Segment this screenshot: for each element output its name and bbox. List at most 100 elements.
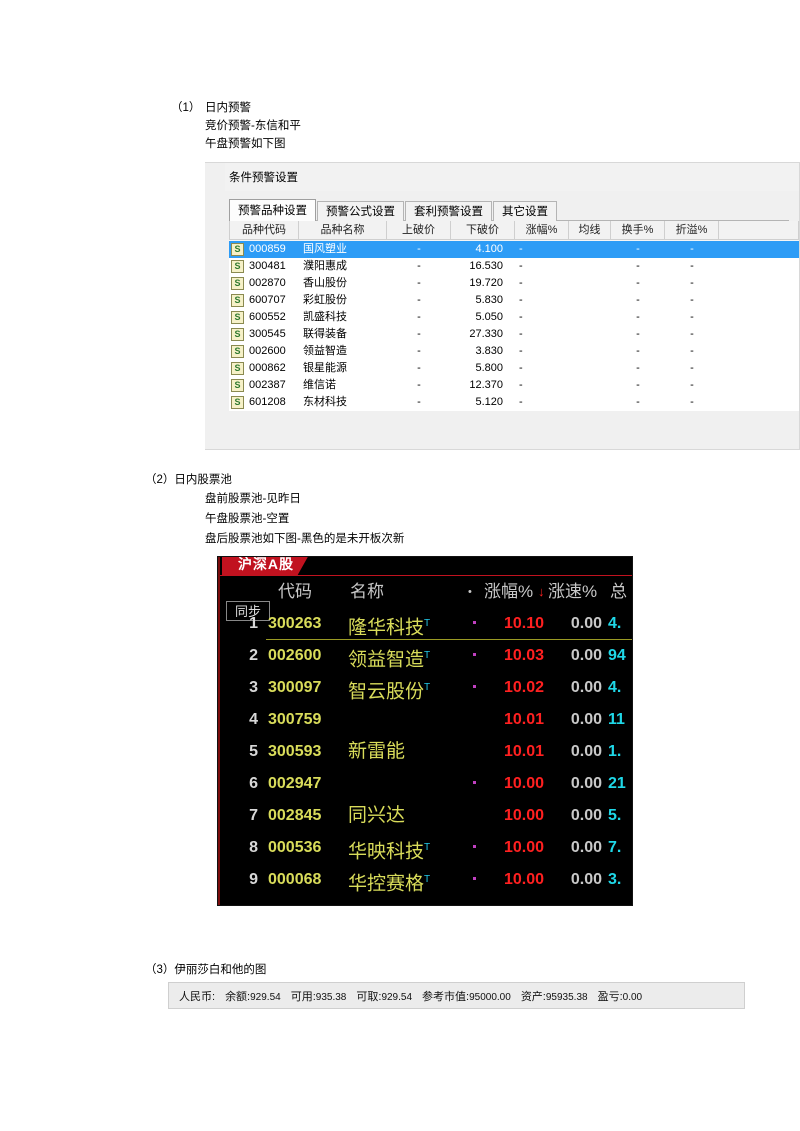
alert-variety-table[interactable]: 品种代码 品种名称 上破价 下破价 涨幅% 均线 换手% 折溢% S 000859… — [229, 221, 799, 411]
pool-row[interactable]: 5 300593 新雷能 10.01 0.00 1. — [220, 737, 632, 767]
security-type-icon: S — [231, 260, 244, 273]
pool-row[interactable]: 1 300263 隆华科技T 10.10 0.00 4. — [220, 609, 632, 639]
table-row[interactable]: S 000859 国风塑业 - 4.100 - - - — [229, 241, 799, 258]
security-type-icon: S — [231, 345, 244, 358]
cell-down-price: 5.800 — [475, 362, 503, 374]
pool-row[interactable]: 10 300479 神思电子T 9.98 0.00 1. — [220, 897, 632, 905]
column-header-name[interactable]: 品种名称 — [299, 221, 387, 240]
column-header-premium-pct[interactable]: 折溢% — [665, 221, 719, 240]
pool-cell-change: 10.03 — [503, 647, 544, 664]
table-body[interactable]: S 000859 国风塑业 - 4.100 - - - S 300481 濮阳惠成 - 16.530 - -… — [229, 241, 799, 411]
pool-cell-total: 21 — [608, 775, 626, 792]
column-header-blank[interactable] — [719, 221, 799, 240]
pool-row[interactable]: 8 000536 华映科技T 10.00 0.00 7. — [220, 833, 632, 863]
cell-change-pct: - — [519, 379, 523, 391]
t-mark-icon: T — [424, 842, 431, 853]
cell-down-price: 27.330 — [469, 328, 503, 340]
pool-cell-change: 10.01 — [503, 743, 544, 760]
t-mark-icon: T — [424, 618, 431, 629]
cell-down-price: 3.830 — [475, 345, 503, 357]
pool-column-header-name[interactable]: 名称 — [350, 577, 384, 607]
pool-cell-speed: 0.00 — [570, 711, 602, 728]
pool-cell-change: 10.00 — [503, 775, 544, 792]
cell-name: 彩虹股份 — [303, 294, 347, 306]
table-row[interactable]: S 300481 濮阳惠成 - 16.530 - - - — [229, 258, 799, 275]
pool-column-header-speed[interactable]: 涨速% — [548, 577, 597, 607]
pool-cell-total: 3. — [608, 871, 622, 888]
stock-pool-panel[interactable]: 沪深A股 同步 代码 名称 • 涨幅% ↓ 涨速% 总 1 300263 隆华科技T… — [217, 556, 633, 906]
pool-cell-code: 300479 — [268, 897, 340, 905]
cell-moving-average — [569, 241, 611, 258]
dialog-tab-bar[interactable]: 预警品种设置 预警公式设置 套利预警设置 其它设置 — [229, 199, 558, 221]
pool-cell-name: 同兴达 — [348, 805, 406, 826]
pool-cell-code: 300263 — [268, 615, 322, 632]
pool-cell-speed: 0.00 — [570, 839, 602, 856]
pool-cell-index: 9 — [249, 871, 258, 888]
fund-item-value: 0.00 — [622, 991, 643, 1003]
table-row[interactable]: S 002387 维信诺 - 12.370 - - - — [229, 377, 799, 394]
pool-cell-code: 300593 — [268, 743, 322, 760]
tab-arbitrage-alert-settings[interactable]: 套利预警设置 — [405, 201, 492, 221]
pool-column-header-code[interactable]: 代码 — [278, 577, 312, 607]
cell-code: S 000862 — [229, 360, 299, 377]
column-header-change-pct[interactable]: 涨幅% — [515, 221, 569, 240]
cell-change-pct: - — [519, 311, 523, 323]
column-header-code[interactable]: 品种代码 — [229, 221, 299, 240]
pool-row[interactable]: 6 002947 10.00 0.00 21 — [220, 769, 632, 799]
pool-cell-code: 000536 — [268, 839, 322, 856]
pool-cell-speed: 0.00 — [570, 807, 602, 824]
cell-down-price: 5.120 — [475, 396, 503, 408]
pool-column-header-change[interactable]: 涨幅% — [484, 577, 533, 607]
cell-premium-pct: - — [690, 294, 694, 306]
pool-row[interactable]: 4 300759 10.01 0.00 11 — [220, 705, 632, 735]
column-header-moving-average[interactable]: 均线 — [569, 221, 611, 240]
pool-column-header-total[interactable]: 总 — [610, 577, 627, 607]
pool-row[interactable]: 7 002845 同兴达 10.00 0.00 5. — [220, 801, 632, 831]
pool-cell-speed: 0.00 — [570, 647, 602, 664]
cell-change-pct: - — [519, 277, 523, 289]
pool-row[interactable]: 3 300097 智云股份T 10.02 0.00 4. — [220, 673, 632, 703]
pool-cell-total: 11 — [608, 711, 625, 728]
pool-cell-code: 300097 — [268, 679, 322, 696]
pool-cell-change: 10.00 — [503, 839, 544, 856]
dialog-title: 条件预警设置 — [229, 172, 298, 184]
fund-item: 余额:929.54 — [225, 988, 281, 1004]
alert-dot-icon — [473, 653, 476, 656]
table-row[interactable]: S 002600 领益智造 - 3.830 - - - — [229, 343, 799, 360]
pool-cell-change: 10.00 — [503, 871, 544, 888]
tab-alert-formula-settings[interactable]: 预警公式设置 — [317, 201, 404, 221]
cell-premium-pct: - — [690, 362, 694, 374]
tab-other-settings[interactable]: 其它设置 — [493, 201, 557, 221]
cell-moving-average — [569, 309, 611, 326]
pool-cell-index: 1 — [249, 615, 258, 632]
condition-alert-dialog[interactable]: 条件预警设置 预警品种设置 预警公式设置 套利预警设置 其它设置 品种代码 品种… — [205, 162, 800, 450]
cell-up-price: - — [417, 396, 421, 408]
security-type-icon: S — [231, 362, 244, 375]
table-row[interactable]: S 300545 联得装备 - 27.330 - - - — [229, 326, 799, 343]
market-tab-sh-sz-a-shares[interactable]: 沪深A股 — [222, 557, 310, 575]
table-row[interactable]: S 600707 彩虹股份 - 5.830 - - - — [229, 292, 799, 309]
cell-blank — [719, 292, 799, 309]
fund-item-label: 资产: — [520, 990, 546, 1003]
pool-cell-speed: 0.00 — [550, 897, 602, 905]
column-header-up-price[interactable]: 上破价 — [387, 221, 451, 240]
table-row[interactable]: S 002870 香山股份 - 19.720 - - - — [229, 275, 799, 292]
column-header-down-price[interactable]: 下破价 — [451, 221, 515, 240]
pool-cell-code: 002600 — [268, 647, 322, 664]
pool-row[interactable]: 9 000068 华控赛格T 10.00 0.00 3. — [220, 865, 632, 895]
tab-alert-variety-settings[interactable]: 预警品种设置 — [229, 199, 316, 221]
pool-row[interactable]: 2 002600 领益智造T 10.03 0.00 94 — [220, 641, 632, 671]
alert-dot-icon — [473, 845, 476, 848]
cell-name: 联得装备 — [303, 328, 347, 340]
table-row[interactable]: S 000862 银星能源 - 5.800 - - - — [229, 360, 799, 377]
fund-item: 盈亏:0.00 — [598, 988, 643, 1004]
fund-item-value: 95000.00 — [469, 991, 511, 1003]
pool-cell-index: 10 — [230, 897, 258, 905]
cell-change-pct: - — [519, 362, 523, 374]
column-header-turnover-pct[interactable]: 换手% — [611, 221, 665, 240]
table-row[interactable]: S 600552 凯盛科技 - 5.050 - - - — [229, 309, 799, 326]
pool-cell-name: 领益智造T — [348, 649, 431, 671]
pool-cell-name: 神思电子T — [348, 897, 430, 905]
alert-dot-icon — [473, 621, 476, 624]
table-row[interactable]: S 601208 东材科技 - 5.120 - - - — [229, 394, 799, 411]
